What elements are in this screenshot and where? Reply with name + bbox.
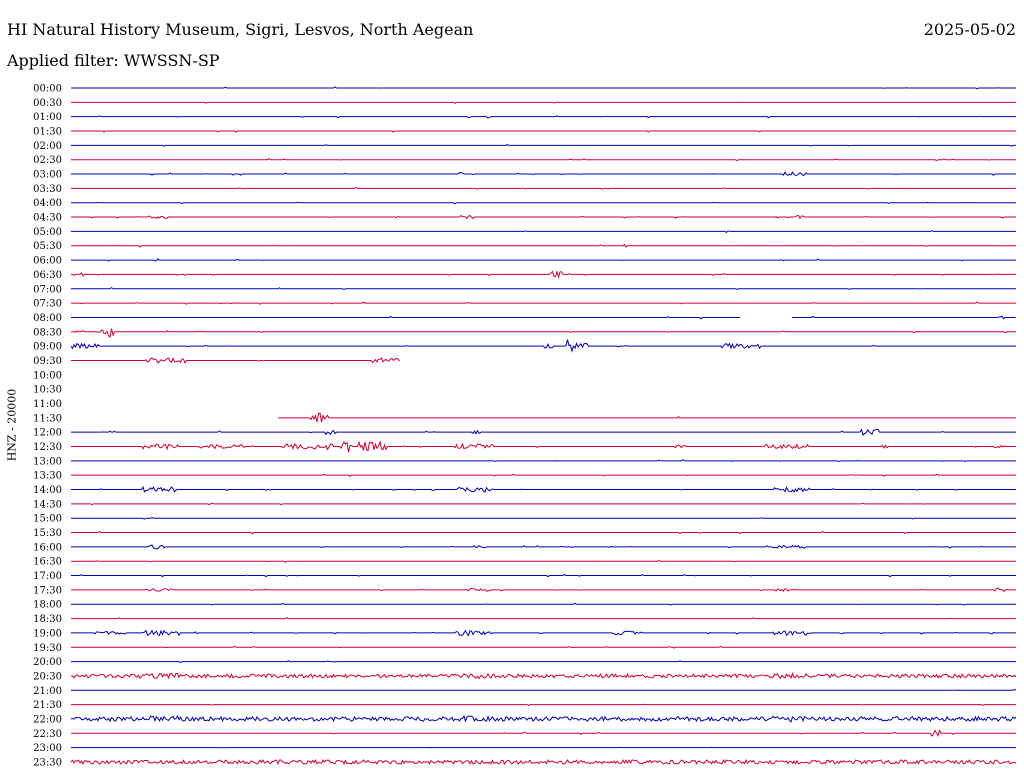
time-label-2230: 22:30: [33, 729, 62, 740]
trace-0800-seg2: [792, 315, 1016, 320]
trace-0930: [71, 357, 400, 365]
trace-0830: [71, 328, 1016, 338]
time-label-1400: 14:00: [33, 485, 62, 496]
time-label-0400: 04:00: [33, 198, 62, 209]
time-label-1130: 11:30: [33, 413, 62, 424]
time-label-1930: 19:30: [33, 643, 62, 654]
trace-2300: [71, 746, 1016, 749]
trace-1600: [71, 544, 1016, 550]
time-label-0030: 00:30: [33, 98, 62, 109]
time-label-0230: 02:30: [33, 155, 62, 166]
trace-1200: [71, 428, 1016, 437]
time-label-0100: 01:00: [33, 112, 62, 123]
trace-0800-seg1: [71, 315, 740, 320]
time-label-2330: 23:30: [33, 757, 62, 768]
time-label-1100: 11:00: [33, 399, 62, 410]
trace-1130: [278, 412, 1016, 423]
trace-0230: [71, 158, 1016, 162]
trace-0600: [71, 258, 1016, 262]
trace-0000: [71, 86, 1016, 90]
trace-0530: [71, 243, 1016, 248]
time-label-1530: 15:30: [33, 528, 62, 539]
time-label-0500: 05:00: [33, 227, 62, 238]
time-label-0000: 00:00: [33, 84, 62, 95]
time-label-2300: 23:00: [33, 743, 62, 754]
trace-0200: [71, 143, 1016, 147]
time-label-0300: 03:00: [33, 170, 62, 181]
trace-0730: [71, 301, 1016, 305]
trace-1700: [71, 573, 1016, 578]
trace-2000: [71, 660, 1016, 664]
time-label-2030: 20:30: [33, 671, 62, 682]
time-label-0200: 02:00: [33, 141, 62, 152]
time-label-1830: 18:30: [33, 614, 62, 625]
helicorder-plot: 00:00 00:30 01:00 01:30 02:00 02:30 03:00 03:30…: [33, 84, 1017, 768]
trace-1630: [71, 559, 1016, 563]
time-label-1800: 18:00: [33, 600, 62, 611]
time-label-0600: 06:00: [33, 256, 62, 267]
time-label-1730: 17:30: [33, 585, 62, 596]
time-label-1900: 19:00: [33, 628, 62, 639]
time-label-1000: 10:00: [33, 370, 62, 381]
time-label-2200: 22:00: [33, 714, 62, 725]
trace-0630: [71, 270, 1016, 280]
trace-0430: [71, 214, 1016, 220]
trace-0400: [71, 201, 1016, 205]
time-label-0900: 09:00: [33, 342, 62, 353]
trace-0700: [71, 287, 1016, 291]
time-label-2100: 21:00: [33, 686, 62, 697]
time-label-0830: 08:30: [33, 327, 62, 338]
time-label-1030: 10:30: [33, 385, 62, 396]
trace-2100: [71, 688, 1017, 691]
time-label-2000: 20:00: [33, 657, 62, 668]
time-label-0530: 05:30: [33, 241, 62, 252]
trace-0330: [71, 186, 1016, 190]
trace-1400: [71, 485, 1016, 493]
trace-1330: [71, 473, 1016, 477]
time-label-0800: 08:00: [33, 313, 62, 324]
time-label-1600: 16:00: [33, 542, 62, 553]
trace-1930: [71, 645, 1016, 649]
time-label-0630: 06:30: [33, 270, 62, 281]
trace-0030: [71, 101, 1016, 105]
trace-1430: [71, 502, 1016, 506]
trace-0100: [71, 115, 1016, 119]
time-label-1700: 17:00: [33, 571, 62, 582]
trace-2230: [71, 729, 1016, 737]
trace-0900: [70, 339, 1016, 353]
time-label-1230: 12:30: [33, 442, 62, 453]
trace-1300: [71, 459, 1016, 463]
trace-1830: [71, 617, 1016, 620]
trace-0130: [71, 130, 1016, 133]
trace-2330: [70, 758, 1017, 766]
time-label-2130: 21:30: [33, 700, 62, 711]
time-label-0130: 01:30: [33, 127, 62, 138]
trace-0500: [71, 230, 1016, 234]
time-label-0700: 07:00: [33, 284, 62, 295]
time-label-1330: 13:30: [33, 471, 62, 482]
time-label-1430: 14:30: [33, 499, 62, 510]
trace-1800: [71, 602, 1016, 606]
time-label-1500: 15:00: [33, 514, 62, 525]
trace-2030: [70, 672, 1017, 680]
trace-1900: [71, 629, 1016, 637]
time-label-0730: 07:30: [33, 299, 62, 310]
time-label-1630: 16:30: [33, 557, 62, 568]
time-label-0430: 04:30: [33, 213, 62, 224]
trace-1530: [71, 530, 1016, 535]
trace-2200: [70, 714, 1017, 723]
trace-1730: [71, 587, 1016, 593]
trace-1500: [71, 516, 1016, 520]
time-label-0330: 03:30: [33, 184, 62, 195]
trace-1230: [71, 440, 1016, 453]
trace-0300: [71, 171, 1016, 176]
time-label-0930: 09:30: [33, 356, 62, 367]
time-label-1300: 13:00: [33, 456, 62, 467]
time-label-1200: 12:00: [33, 428, 62, 439]
trace-2130: [71, 703, 1016, 707]
